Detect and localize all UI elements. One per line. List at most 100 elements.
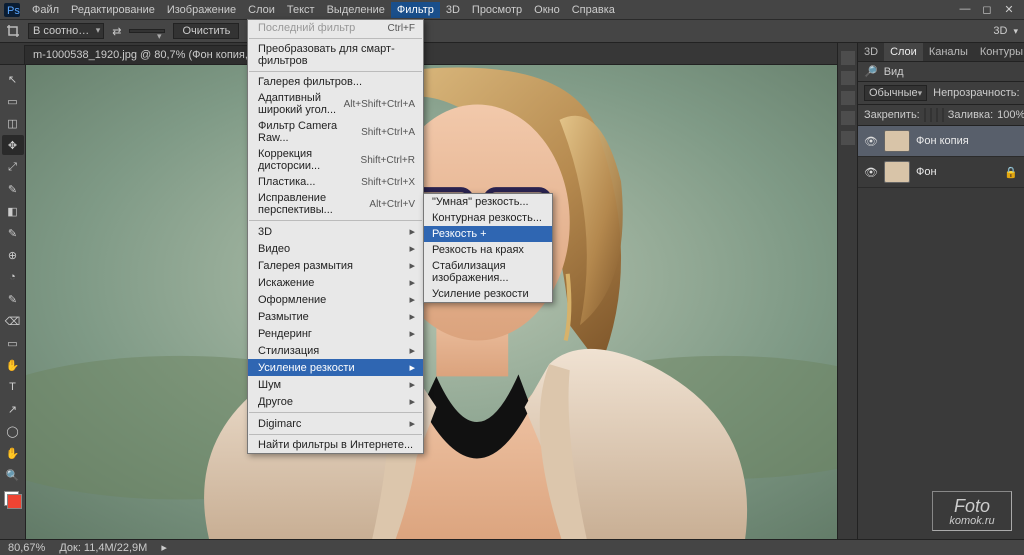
menu-row[interactable]: Рендеринг▸: [248, 325, 423, 342]
status-arrow-icon[interactable]: ▸: [161, 541, 167, 554]
submenu-row[interactable]: Резкость на краях: [424, 242, 552, 258]
visibility-icon[interactable]: 👁: [864, 135, 878, 148]
tool-button[interactable]: ⤢: [2, 157, 24, 177]
panel-icon[interactable]: [841, 51, 855, 65]
tool-button[interactable]: ✋: [2, 355, 24, 375]
menu-item[interactable]: Окно: [528, 2, 566, 18]
crop-tool-icon: [6, 24, 20, 38]
menu-item[interactable]: 3D: [440, 2, 466, 18]
panel-tab[interactable]: Слои: [884, 43, 923, 61]
submenu-row[interactable]: Стабилизация изображения...: [424, 258, 552, 286]
menu-row[interactable]: Преобразовать для смарт-фильтров: [248, 41, 423, 69]
menu-row[interactable]: Исправление перспективы...Alt+Ctrl+V: [248, 190, 423, 218]
tool-button[interactable]: ◫: [2, 113, 24, 133]
menu-row[interactable]: Усиление резкости▸: [248, 359, 423, 376]
lock-trans-icon[interactable]: [924, 108, 926, 122]
doc-size: Док: 11,4M/22,9M: [59, 542, 147, 554]
panel-tab[interactable]: Контуры: [974, 43, 1024, 61]
menu-row[interactable]: Искажение▸: [248, 274, 423, 291]
toolbox: ↖▭◫✥⤢✎◧✎⊕◔✎⌫▭✋T↗◯✋🔍: [0, 65, 26, 539]
menu-item[interactable]: Редактирование: [65, 2, 161, 18]
menu-row[interactable]: Галерея размытия▸: [248, 257, 423, 274]
panel-tab[interactable]: Каналы: [923, 43, 974, 61]
tool-button[interactable]: ✎: [2, 289, 24, 309]
menu-row[interactable]: Другое▸: [248, 393, 423, 410]
tool-button[interactable]: ⌫: [2, 311, 24, 331]
submenu-row[interactable]: Контурная резкость...: [424, 210, 552, 226]
workspace-label[interactable]: 3D: [993, 25, 1007, 37]
collapsed-panel-strip: [837, 43, 857, 539]
aspect-ratio-select[interactable]: В соотно…: [28, 23, 104, 39]
svg-text:Ps: Ps: [7, 5, 20, 17]
menu-row[interactable]: Фильтр Camera Raw...Shift+Ctrl+A: [248, 118, 423, 146]
clear-button[interactable]: Очистить: [173, 23, 239, 39]
submenu-row[interactable]: "Умная" резкость...: [424, 194, 552, 210]
menu-row[interactable]: Стилизация▸: [248, 342, 423, 359]
panel-tab[interactable]: 3D: [858, 43, 884, 61]
tool-button[interactable]: ✋: [2, 443, 24, 463]
menu-row[interactable]: Digimarc▸: [248, 415, 423, 432]
layers-list: 👁Фон копия👁Фон🔒: [858, 126, 1024, 188]
tool-button[interactable]: ↗: [2, 399, 24, 419]
menu-item[interactable]: Фильтр: [391, 2, 440, 18]
tool-button[interactable]: ◔: [2, 267, 24, 287]
menu-item[interactable]: Просмотр: [466, 2, 528, 18]
menu-item[interactable]: Текст: [281, 2, 321, 18]
submenu-row[interactable]: Усиление резкости: [424, 286, 552, 302]
maximize-icon[interactable]: ◻: [978, 3, 996, 16]
menu-row: Последний фильтрCtrl+F: [248, 20, 423, 36]
panel-icon[interactable]: [841, 71, 855, 85]
menu-item[interactable]: Слои: [242, 2, 281, 18]
blend-opacity-bar: Обычные Непрозрачность: 100%: [858, 82, 1024, 105]
menu-item[interactable]: Выделение: [321, 2, 391, 18]
panel-icon[interactable]: [841, 91, 855, 105]
visibility-icon[interactable]: 👁: [864, 166, 878, 179]
tool-button[interactable]: T: [2, 377, 24, 397]
menu-row[interactable]: Шум▸: [248, 376, 423, 393]
tool-button[interactable]: 🔍: [2, 465, 24, 485]
filter-menu: Последний фильтрCtrl+F Преобразовать для …: [247, 19, 424, 454]
zoom-level[interactable]: 80,67%: [8, 542, 45, 554]
menu-item[interactable]: Справка: [566, 2, 621, 18]
minimize-icon[interactable]: —: [956, 3, 974, 16]
submenu-row[interactable]: Резкость +: [424, 226, 552, 242]
tool-button[interactable]: ▭: [2, 91, 24, 111]
lock-all-icon[interactable]: [942, 108, 944, 122]
blend-mode-select[interactable]: Обычные: [864, 85, 927, 101]
layer-row[interactable]: 👁Фон🔒: [858, 157, 1024, 188]
menu-item[interactable]: Файл: [26, 2, 65, 18]
tool-button[interactable]: ◯: [2, 421, 24, 441]
menu-row[interactable]: Коррекция дисторсии...Shift+Ctrl+R: [248, 146, 423, 174]
fill-value[interactable]: 100%: [997, 109, 1024, 121]
layer-name[interactable]: Фон копия: [916, 135, 1018, 147]
tool-button[interactable]: ↖: [2, 69, 24, 89]
tool-button[interactable]: ▭: [2, 333, 24, 353]
swap-icon[interactable]: ⇄: [112, 25, 121, 38]
menu-item[interactable]: Изображение: [161, 2, 242, 18]
menu-row[interactable]: Оформление▸: [248, 291, 423, 308]
lock-position-icon[interactable]: [936, 108, 938, 122]
menu-row[interactable]: Адаптивный широкий угол...Alt+Shift+Ctrl…: [248, 90, 423, 118]
tool-button[interactable]: ✎: [2, 179, 24, 199]
menu-row[interactable]: Пластика...Shift+Ctrl+X: [248, 174, 423, 190]
tool-button[interactable]: ⊕: [2, 245, 24, 265]
tool-button[interactable]: ◧: [2, 201, 24, 221]
fill-label: Заливка:: [948, 109, 993, 121]
menu-row[interactable]: 3D▸: [248, 223, 423, 240]
layer-row[interactable]: 👁 Фон копия: [858, 126, 1024, 157]
menu-row[interactable]: Размытие▸: [248, 308, 423, 325]
panel-icon[interactable]: [841, 131, 855, 145]
menu-row[interactable]: Найти фильтры в Интернете...: [248, 437, 423, 453]
close-icon[interactable]: ✕: [1000, 3, 1018, 16]
tool-button[interactable]: ✎: [2, 223, 24, 243]
panel-icon[interactable]: [841, 111, 855, 125]
tool-button[interactable]: ✥: [2, 135, 24, 155]
options-bar: В соотно… ⇄ Очистить 3D ▾: [0, 19, 1024, 43]
menu-row[interactable]: Галерея фильтров...: [248, 74, 423, 90]
filter-icon[interactable]: 🔎: [864, 65, 878, 78]
lock-pixels-icon[interactable]: [930, 108, 932, 122]
color-swatches[interactable]: [4, 491, 22, 509]
layer-name[interactable]: Фон: [916, 166, 998, 178]
menu-row[interactable]: Видео▸: [248, 240, 423, 257]
width-field[interactable]: [129, 29, 165, 33]
